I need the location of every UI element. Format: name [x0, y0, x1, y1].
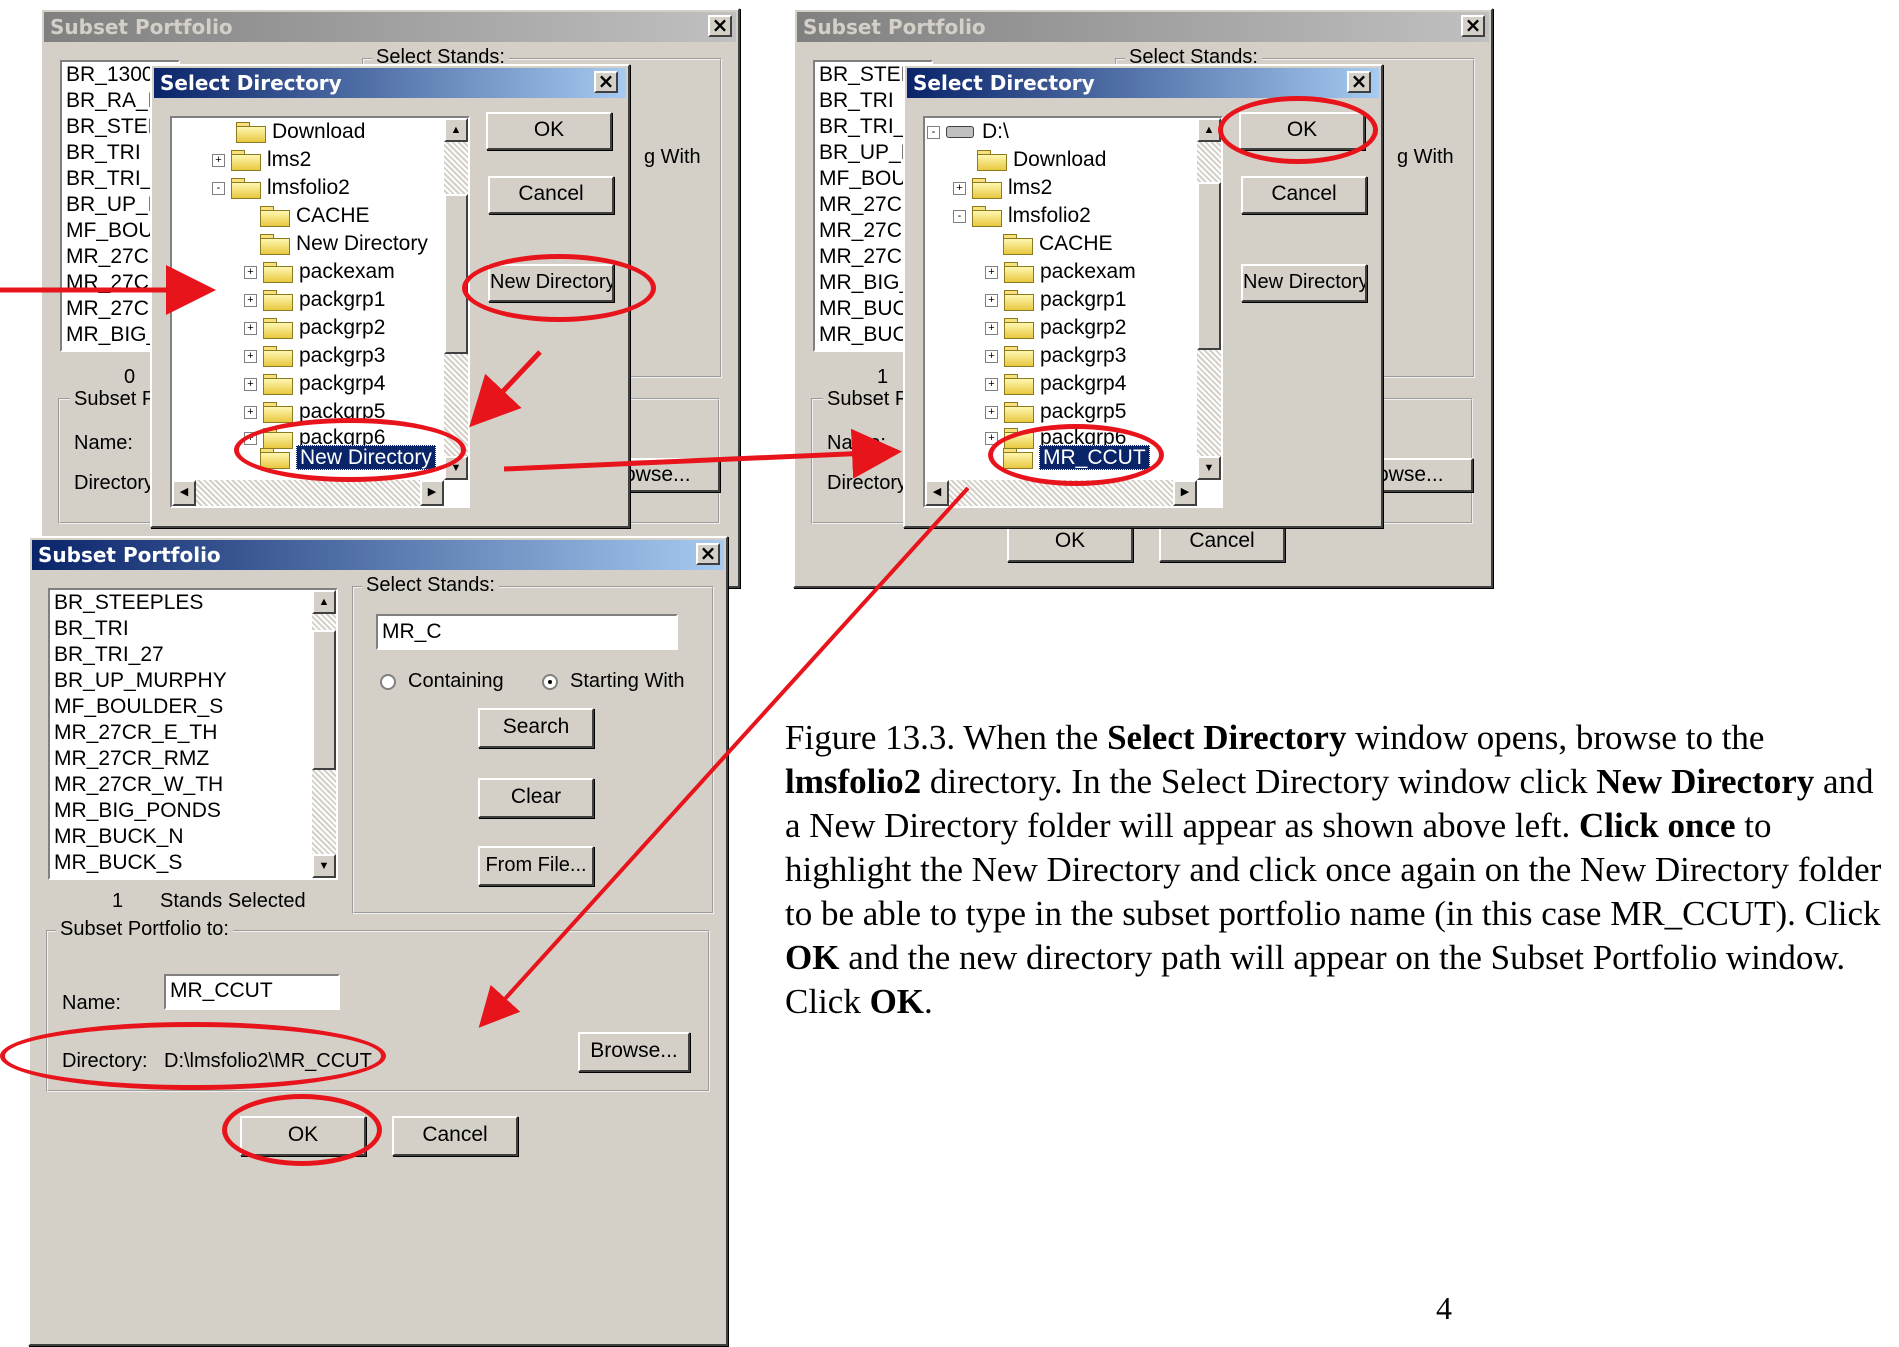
caption-bold: OK [869, 982, 925, 1021]
caption-bold: lmsfolio2 [785, 762, 922, 801]
page-number: 4 [1436, 1290, 1452, 1326]
caption-bold: Select Directory [1107, 718, 1347, 757]
annotation-arrows [0, 265, 970, 1028]
caption-text: Figure 13.3. When the [785, 718, 1108, 757]
caption-bold: Click once [1579, 806, 1736, 845]
caption-bold: OK [785, 938, 840, 977]
figure-caption: Figure 13.3. When the Select Directory w… [785, 716, 1895, 1024]
caption-text: and the new directory path will appear o… [785, 938, 1846, 1021]
caption-text: window opens, browse to the [1346, 718, 1765, 757]
arrow-button-to-folder [469, 350, 542, 428]
caption-text: directory. In the Select Directory windo… [921, 762, 1597, 801]
caption-text: . [924, 982, 933, 1021]
caption-bold: New Directory [1596, 762, 1815, 801]
arrow-to-right-dialog [503, 428, 902, 479]
